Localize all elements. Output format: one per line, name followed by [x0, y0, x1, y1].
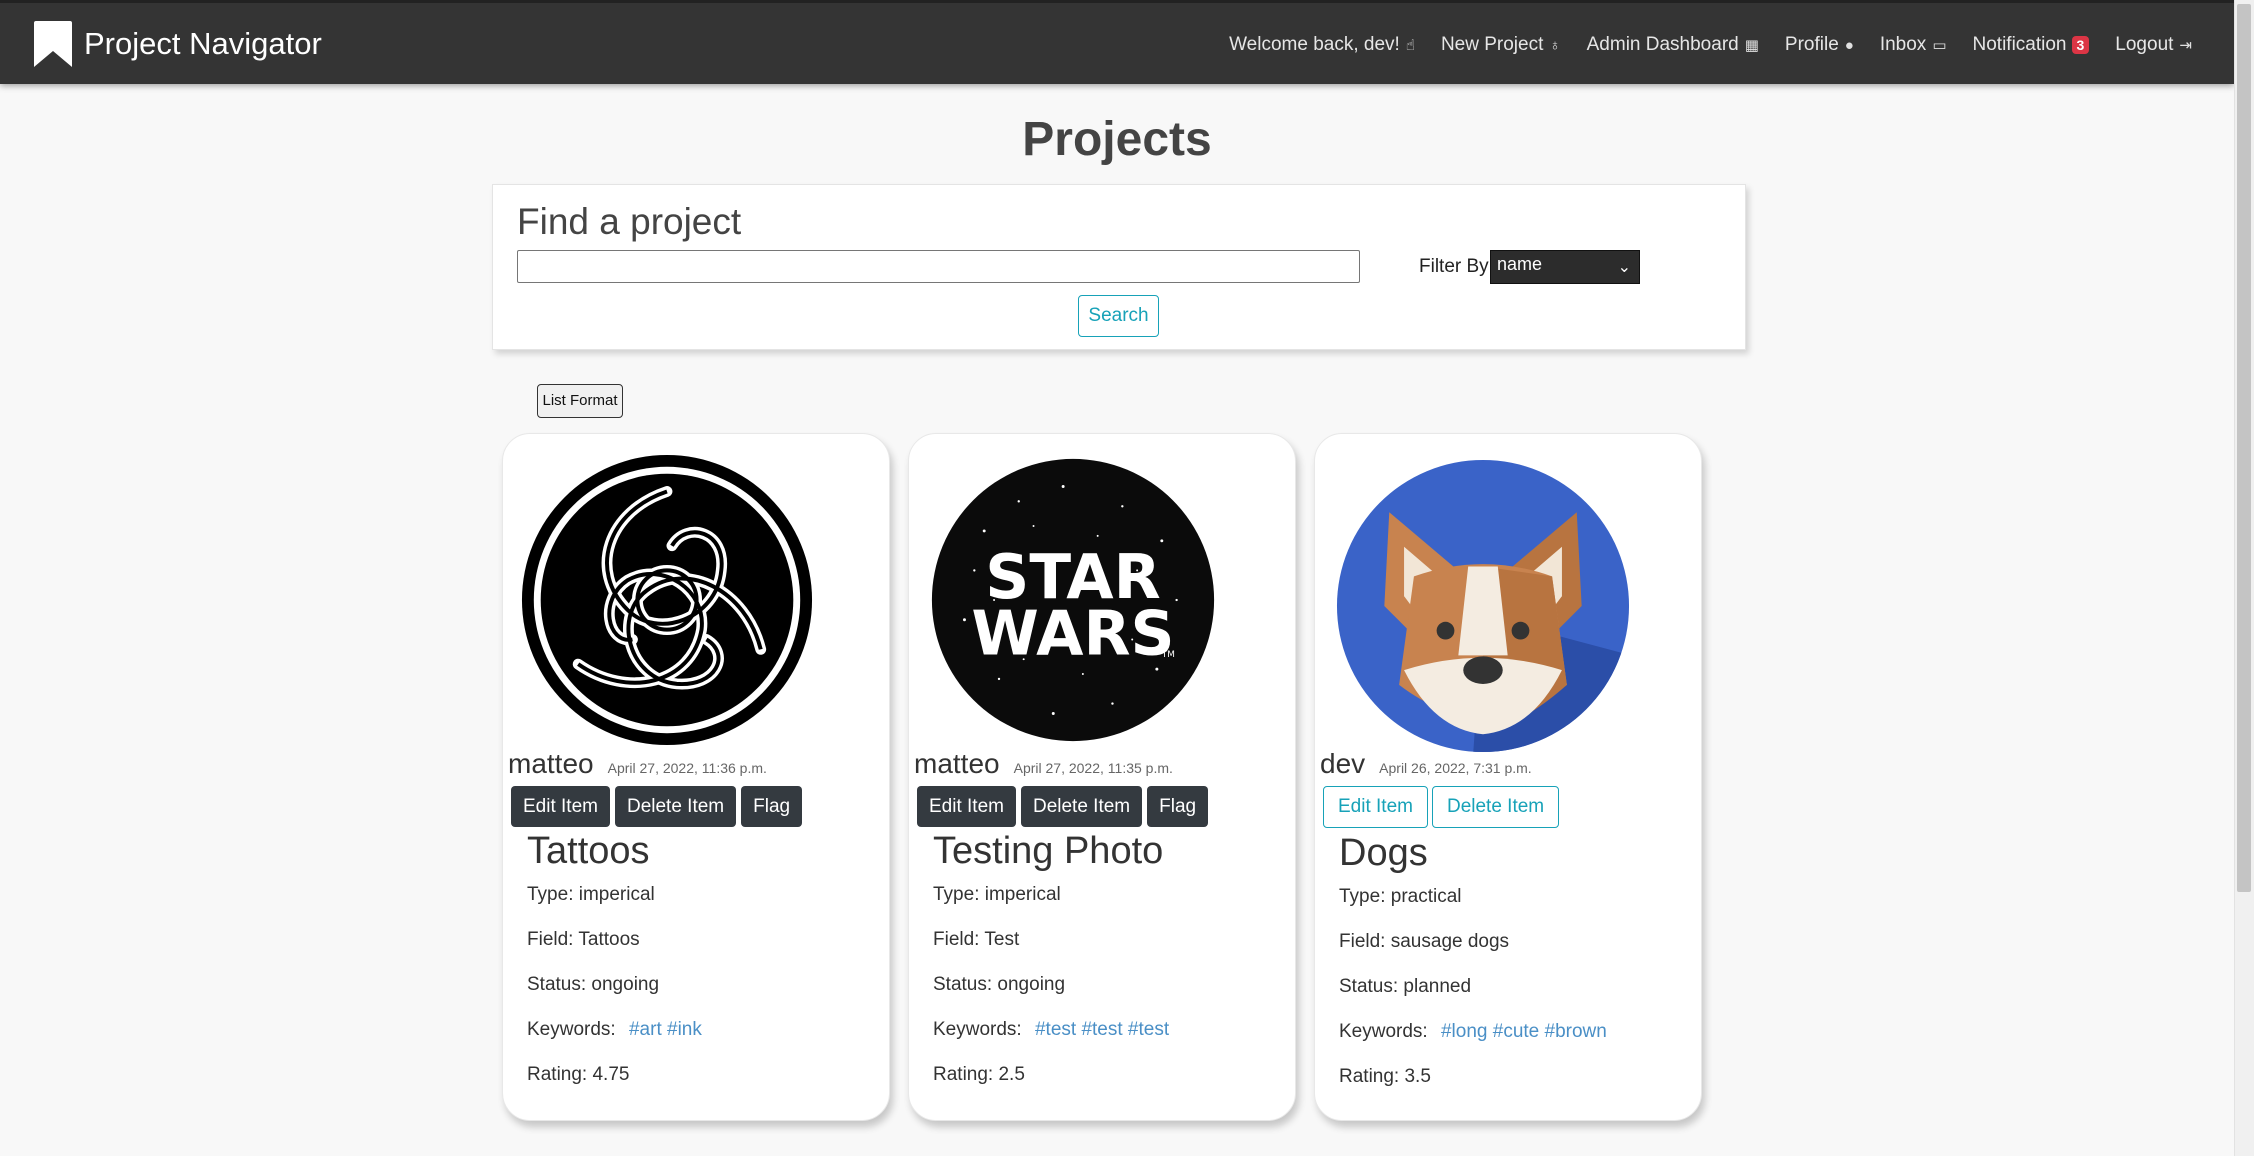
post-date: April 27, 2022, 11:35 p.m. [1013, 760, 1173, 776]
card-keywords: Keywords: #long #cute #brown [1339, 1021, 1607, 1043]
notification-label: Notification [1972, 34, 2067, 55]
card-field: Field: Test [933, 929, 1020, 950]
card-status: Status: planned [1339, 976, 1472, 997]
list-format-button[interactable]: List Format [537, 384, 623, 418]
table-icon: ▦ [1744, 37, 1759, 54]
scrollbar-thumb[interactable] [2237, 4, 2251, 892]
filter-label: Filter By: [1419, 256, 1494, 277]
flag-button[interactable]: Flag [1147, 786, 1209, 827]
delete-item-button[interactable]: Delete Item [1431, 786, 1560, 828]
card-author: matteo April 27, 2022, 11:35 p.m. [914, 748, 1173, 780]
search-input[interactable] [517, 250, 1360, 283]
top-navbar: Project Navigator Welcome back, dev! ☝ N… [0, 0, 2234, 84]
star-wars-text-tm: TM [1161, 650, 1175, 660]
card-type: Type: imperical [527, 884, 655, 905]
search-button[interactable]: Search [1078, 295, 1159, 337]
post-date: April 27, 2022, 11:36 p.m. [607, 760, 767, 776]
card-actions: Edit Item Delete Item Flag [511, 786, 807, 827]
profile-label: Profile [1784, 34, 1839, 55]
card-keywords: Keywords: #art #ink [527, 1019, 702, 1041]
card-field: Field: Tattoos [527, 929, 640, 950]
star-wars-logo-image: STAR WARS TM [925, 452, 1221, 748]
inbox-icon: ▭ [1932, 37, 1947, 54]
lightbulb-icon: ♁ [1549, 36, 1561, 54]
search-panel: Find a project Filter By: name ⌄ Search [492, 184, 1746, 350]
page-scrollbar[interactable] [2234, 0, 2254, 1156]
logout-icon: ⇥ [2179, 37, 2192, 54]
card-title: Dogs [1339, 832, 1428, 874]
project-card: matteo April 27, 2022, 11:36 p.m. Edit I… [502, 433, 890, 1121]
profile-link[interactable]: Profile ● [1785, 34, 1854, 56]
delete-item-button[interactable]: Delete Item [1020, 786, 1143, 827]
filter-selected-value: name [1497, 254, 1543, 274]
bookmark-icon [34, 21, 72, 67]
celtic-knot-image [519, 452, 815, 748]
card-keywords: Keywords: #test #test #test [933, 1019, 1169, 1041]
keyword-links[interactable]: #test #test #test [1035, 1019, 1169, 1040]
admin-dashboard-label: Admin Dashboard [1586, 34, 1739, 55]
keywords-label: Keywords: [1339, 1021, 1428, 1042]
card-type: Type: imperical [933, 884, 1061, 905]
card-status: Status: ongoing [933, 974, 1066, 995]
admin-dashboard-link[interactable]: Admin Dashboard ▦ [1587, 34, 1759, 56]
flag-button[interactable]: Flag [741, 786, 803, 827]
notification-count-badge: 3 [2071, 36, 2090, 54]
new-project-label: New Project [1440, 34, 1544, 55]
card-type: Type: practical [1339, 886, 1462, 907]
nav-menu: Welcome back, dev! ☝ New Project ♁ Admin… [1203, 3, 2192, 87]
corgi-image [1335, 458, 1631, 754]
chevron-down-icon: ⌄ [1617, 259, 1631, 276]
keywords-label: Keywords: [933, 1019, 1022, 1040]
project-card: dev April 26, 2022, 7:31 p.m. Edit Item … [1314, 433, 1702, 1121]
inbox-link[interactable]: Inbox ▭ [1880, 34, 1947, 56]
delete-item-button[interactable]: Delete Item [614, 786, 737, 827]
search-title: Find a project [517, 201, 742, 242]
keywords-label: Keywords: [527, 1019, 616, 1040]
brand-name: Project Navigator [84, 26, 322, 61]
post-date: April 26, 2022, 7:31 p.m. [1379, 760, 1532, 776]
card-field: Field: sausage dogs [1339, 931, 1510, 952]
inbox-label: Inbox [1879, 34, 1927, 55]
page-title: Projects [1022, 113, 1212, 166]
card-actions: Edit Item Delete Item [1323, 786, 1563, 828]
card-author: matteo April 27, 2022, 11:36 p.m. [508, 748, 767, 780]
user-icon: ● [1844, 36, 1854, 54]
card-status: Status: ongoing [527, 974, 660, 995]
logout-label: Logout [2115, 34, 2174, 55]
hand-pointer-icon: ☝ [1405, 37, 1415, 54]
card-title: Testing Photo [933, 830, 1164, 872]
edit-item-button[interactable]: Edit Item [917, 786, 1016, 827]
author-name: dev [1320, 748, 1366, 779]
new-project-link[interactable]: New Project ♁ [1441, 34, 1561, 56]
edit-item-button[interactable]: Edit Item [511, 786, 610, 827]
keyword-links[interactable]: #art #ink [629, 1019, 702, 1040]
edit-item-button[interactable]: Edit Item [1323, 786, 1428, 828]
star-wars-text-wars: WARS [971, 598, 1174, 669]
project-card: STAR WARS TM matteo April 27, 2022, 11:3… [908, 433, 1296, 1121]
card-title: Tattoos [527, 830, 650, 872]
keyword-links[interactable]: #long #cute #brown [1441, 1021, 1607, 1042]
logout-link[interactable]: Logout ⇥ [2115, 34, 2192, 56]
welcome-link[interactable]: Welcome back, dev! ☝ [1229, 34, 1415, 56]
card-rating: Rating: 2.5 [933, 1064, 1025, 1085]
brand-link[interactable]: Project Navigator [34, 21, 322, 67]
card-rating: Rating: 3.5 [1339, 1066, 1431, 1087]
card-author: dev April 26, 2022, 7:31 p.m. [1320, 748, 1532, 780]
author-name: matteo [914, 748, 1000, 779]
notification-link[interactable]: Notification 3 [1973, 34, 2090, 56]
author-name: matteo [508, 748, 594, 779]
card-actions: Edit Item Delete Item Flag [917, 786, 1213, 827]
welcome-label: Welcome back, dev! [1229, 34, 1400, 55]
card-rating: Rating: 4.75 [527, 1064, 630, 1085]
filter-select[interactable]: name ⌄ [1490, 250, 1640, 284]
